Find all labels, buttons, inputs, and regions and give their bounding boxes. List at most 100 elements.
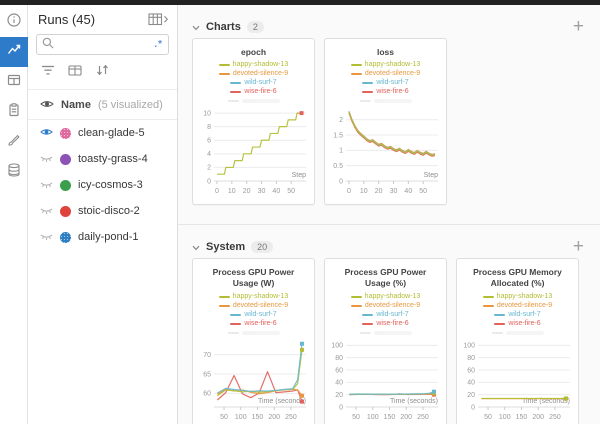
add-panel-button[interactable]: + <box>573 17 586 36</box>
svg-text:250: 250 <box>285 414 297 421</box>
svg-text:50: 50 <box>419 188 427 195</box>
run-row[interactable]: toasty-grass-4 <box>28 146 177 172</box>
legend-item[interactable]: happy-shadow-13 <box>218 61 289 69</box>
run-row[interactable]: stoic-disco-2 <box>28 198 177 224</box>
add-panel-button[interactable]: + <box>573 237 586 256</box>
left-icon-rail <box>0 5 28 424</box>
run-row[interactable]: daily-pond-1 <box>28 224 177 250</box>
svg-text:60: 60 <box>467 367 475 374</box>
sidebar-item-sweeps[interactable] <box>0 127 28 157</box>
svg-text:50: 50 <box>352 414 360 421</box>
legend-item[interactable]: happy-shadow-13 <box>350 61 421 69</box>
run-search-input[interactable] <box>58 39 155 50</box>
run-row[interactable]: clean-glade-5 <box>28 120 177 146</box>
svg-text:20: 20 <box>243 188 251 195</box>
section-system: System 20 + Process GPU Power Usage (W) … <box>192 236 586 424</box>
legend-color-dash <box>350 73 362 76</box>
legend-run-name: wise-fire-6 <box>376 319 409 327</box>
legend-run-name: wild-surf-7 <box>376 310 409 318</box>
svg-text:0: 0 <box>207 179 211 186</box>
legend-item[interactable]: happy-shadow-13 <box>482 292 553 301</box>
clipboard-icon <box>6 102 22 123</box>
sidebar-item-reports[interactable] <box>0 97 28 127</box>
chart-panel-gpu-power-pct[interactable]: Process GPU Power Usage (%) happy-shadow… <box>324 258 447 424</box>
legend-run-name: happy-shadow-13 <box>232 61 289 69</box>
filter-icon[interactable] <box>41 63 55 81</box>
legend-item[interactable]: wise-fire-6 <box>230 88 277 96</box>
brush-icon <box>6 132 22 153</box>
legend-item[interactable]: wise-fire-6 <box>494 320 541 328</box>
sidebar-item-panels[interactable] <box>0 67 28 97</box>
sidebar-item-artifacts[interactable] <box>0 157 28 187</box>
legend-item[interactable]: wise-fire-6 <box>230 319 277 328</box>
chart-panel-gpu-memory-pct[interactable]: Process GPU Memory Allocated (%) happy-s… <box>456 258 579 424</box>
legend-item[interactable]: happy-shadow-13 <box>218 293 288 301</box>
legend-item[interactable]: wild-surf-7 <box>362 79 409 87</box>
svg-text:100: 100 <box>367 414 379 421</box>
legend-item[interactable]: wild-surf-7 <box>362 310 409 319</box>
runs-name-header: Name (5 visualized) <box>28 90 177 120</box>
chart-legend: happy-shadow-13 devoted-silence-9 wild-sur… <box>193 292 314 337</box>
chevron-down-icon[interactable] <box>192 18 200 36</box>
chart-panel-loss[interactable]: loss happy-shadow-13 devoted-silence-9 wil… <box>324 38 447 205</box>
legend-item[interactable]: wild-surf-7 <box>494 310 541 319</box>
name-column-header: Name <box>61 98 91 111</box>
group-columns-icon[interactable] <box>68 63 82 81</box>
legend-item[interactable]: happy-shadow-13 <box>350 293 420 301</box>
svg-text:Time (seconds): Time (seconds) <box>390 398 438 405</box>
svg-text:40: 40 <box>404 188 412 195</box>
legend-run-name: wise-fire-6 <box>376 88 409 96</box>
section-divider <box>178 224 600 225</box>
eye-icon[interactable] <box>40 124 53 142</box>
svg-text:100: 100 <box>331 343 343 350</box>
legend-run-name: devoted-silence-9 <box>496 301 553 309</box>
chart-panel-gpu-power-w[interactable]: Process GPU Power Usage (W) happy-shadow… <box>192 258 315 424</box>
legend-run-name: wise-fire-6 <box>244 319 277 327</box>
chart-panel-epoch[interactable]: epoch happy-shadow-13 devoted-silence-9 wi… <box>192 38 315 205</box>
svg-text:40: 40 <box>467 380 475 387</box>
eye-closed-icon[interactable] <box>40 202 53 220</box>
svg-text:10: 10 <box>228 188 236 195</box>
svg-text:200: 200 <box>400 414 412 421</box>
svg-text:8: 8 <box>207 124 211 131</box>
runs-table-toggle-button[interactable] <box>148 13 169 26</box>
legend-run-name: happy-shadow-13 <box>496 292 553 300</box>
svg-text:20: 20 <box>375 188 383 195</box>
chevron-down-icon[interactable] <box>192 238 200 256</box>
legend-item[interactable]: devoted-silence-9 <box>350 302 420 310</box>
legend-item[interactable]: devoted-silence-9 <box>218 70 288 78</box>
run-search-box: .* <box>36 34 169 55</box>
eye-closed-icon[interactable] <box>40 176 53 194</box>
eye-closed-icon[interactable] <box>40 150 53 168</box>
svg-text:80: 80 <box>467 355 475 362</box>
legend-item[interactable]: wise-fire-6 <box>362 88 409 96</box>
legend-item[interactable]: devoted-silence-9 <box>482 301 553 310</box>
svg-text:0: 0 <box>347 188 351 195</box>
run-color-dot <box>60 153 71 165</box>
section-system-label: System <box>206 240 246 253</box>
legend-run-name: wild-surf-7 <box>508 310 541 318</box>
svg-text:80: 80 <box>335 355 343 362</box>
chart-legend: happy-shadow-13 devoted-silence-9 wild-sur… <box>325 292 446 337</box>
legend-item[interactable]: wild-surf-7 <box>230 79 277 87</box>
regex-toggle-icon[interactable]: .* <box>154 39 163 50</box>
legend-color-dash <box>230 313 242 316</box>
sidebar-item-overview[interactable] <box>0 7 28 37</box>
run-row[interactable]: icy-cosmos-3 <box>28 172 177 198</box>
eye-icon[interactable] <box>40 96 54 114</box>
legend-item[interactable]: devoted-silence-9 <box>218 302 288 310</box>
chart-title: Process GPU Power Usage (W) <box>212 267 295 289</box>
legend-item[interactable]: wild-surf-7 <box>230 311 277 319</box>
chart-title: loss <box>376 47 394 57</box>
section-system-count: 20 <box>251 240 274 253</box>
svg-text:150: 150 <box>384 414 396 421</box>
legend-item[interactable]: devoted-silence-9 <box>350 70 420 78</box>
legend-color-dash <box>230 322 242 325</box>
sort-icon[interactable] <box>95 63 110 81</box>
run-name: clean-glade-5 <box>78 127 145 139</box>
legend-run-name: happy-shadow-13 <box>364 61 421 69</box>
sidebar-item-charts[interactable] <box>0 37 28 67</box>
chart-plot: 60 65 70 50 100 150 200 250 Time (seconds) <box>193 337 314 424</box>
legend-item[interactable]: wise-fire-6 <box>362 319 409 328</box>
eye-closed-icon[interactable] <box>40 228 53 246</box>
